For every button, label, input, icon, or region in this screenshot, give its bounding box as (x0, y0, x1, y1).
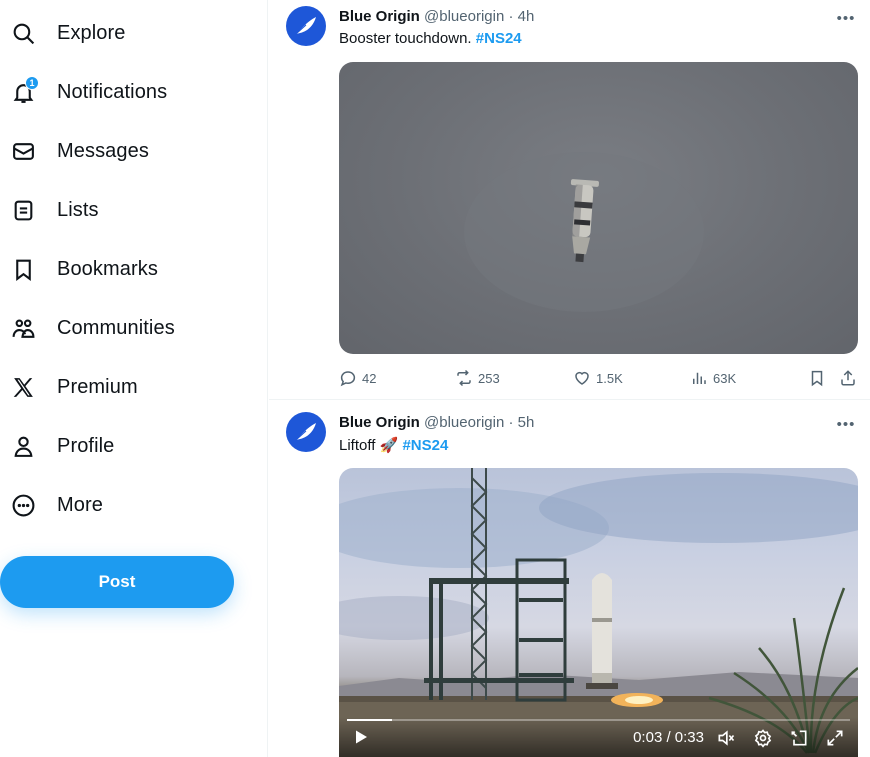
hashtag-link[interactable]: #NS24 (402, 437, 448, 454)
view-count: 63K (713, 370, 737, 386)
sidebar-item-label: Profile (57, 434, 115, 457)
tweet[interactable]: Blue Origin @blueorigin · 4h ••• Booster… (269, 0, 870, 400)
bookmark-icon (811, 370, 823, 387)
more-circle-icon (0, 482, 46, 528)
sidebar-item-label: Lists (57, 198, 99, 221)
speaker-muted-icon (718, 730, 735, 746)
sidebar-item-more[interactable]: More (0, 482, 103, 528)
tweet-body: Booster touchdown. (339, 30, 476, 47)
launch-scene-graphic (339, 468, 858, 757)
sidebar-nav: Explore 1 Notifications Messages Lists B… (0, 0, 268, 757)
heart-icon (575, 371, 589, 385)
rocket-emoji: 🚀 (379, 437, 399, 454)
sidebar-item-label: Communities (57, 316, 175, 339)
author-name[interactable]: Blue Origin (339, 8, 420, 25)
sidebar-item-communities[interactable]: Communities (0, 305, 175, 351)
bookmark-icon (0, 246, 46, 292)
timeline-feed: Blue Origin @blueorigin · 4h ••• Booster… (269, 0, 870, 757)
repost-count: 253 (478, 370, 500, 386)
author-name[interactable]: Blue Origin (339, 414, 420, 431)
avatar[interactable] (286, 6, 326, 46)
sidebar-item-profile[interactable]: Profile (0, 423, 114, 469)
person-icon (0, 423, 46, 469)
like-count: 1.5K (596, 370, 623, 386)
sidebar-item-label: Bookmarks (57, 257, 158, 280)
x-logo-icon (0, 364, 46, 410)
booster-landing-image[interactable] (339, 62, 858, 354)
communities-icon (0, 305, 46, 351)
author-handle[interactable]: @blueorigin (424, 414, 504, 431)
bell-icon: 1 (0, 69, 46, 115)
tweet-time[interactable]: · 4h (508, 8, 534, 25)
booster-rocket-graphic (464, 152, 704, 312)
video-controls: 0:03 / 0:33 (339, 717, 858, 757)
mute-button[interactable] (715, 727, 737, 749)
liftoff-video[interactable]: 0:03 / 0:33 (339, 468, 858, 757)
tweet-body: Liftoff (339, 437, 380, 454)
repost-icon (457, 369, 471, 387)
tweet-text: Liftoff 🚀 #NS24 (339, 436, 448, 454)
reply-count: 42 (362, 370, 377, 386)
video-progress-bar[interactable] (347, 719, 850, 721)
sidebar-item-premium[interactable]: Premium (0, 364, 138, 410)
video-progress-fill (347, 719, 393, 721)
share-button[interactable] (839, 366, 862, 390)
gear-icon (754, 729, 772, 748)
sidebar-item-label: Messages (57, 139, 149, 162)
video-time: 0:03 / 0:33 (633, 729, 704, 746)
reply-icon (340, 371, 356, 387)
tweet-text: Booster touchdown. #NS24 (339, 30, 522, 47)
sidebar-item-label: Notifications (57, 80, 168, 103)
settings-button[interactable] (752, 727, 774, 749)
more-options-icon[interactable]: ••• (836, 8, 856, 28)
bookmark-button[interactable] (808, 366, 831, 390)
play-icon (356, 730, 367, 744)
sidebar-item-bookmarks[interactable]: Bookmarks (0, 246, 158, 292)
play-button[interactable] (351, 727, 371, 747)
feather-logo-icon (295, 423, 316, 441)
sidebar-item-label: More (57, 493, 103, 516)
sidebar-item-notifications[interactable]: 1 Notifications (0, 69, 167, 115)
share-icon (841, 370, 855, 386)
tweet-time[interactable]: · 5h (508, 414, 534, 431)
author-handle[interactable]: @blueorigin (424, 8, 504, 25)
views-button[interactable]: 63K (690, 366, 736, 390)
expand-icon (827, 730, 843, 746)
notification-badge: 1 (25, 76, 39, 90)
picture-in-picture-button[interactable] (788, 727, 810, 749)
repost-button[interactable]: 253 (455, 366, 500, 390)
tweet-header: Blue Origin @blueorigin · 5h (339, 414, 534, 431)
avatar[interactable] (286, 412, 326, 452)
tweet-actions: 42 253 1.5K 63K (339, 366, 863, 390)
post-button[interactable]: Post (0, 556, 234, 608)
reply-button[interactable]: 42 (339, 366, 376, 390)
pip-icon (791, 730, 807, 746)
hashtag-link[interactable]: #NS24 (476, 30, 522, 47)
fullscreen-button[interactable] (824, 727, 846, 749)
sidebar-item-label: Explore (57, 21, 126, 44)
analytics-icon (693, 372, 706, 384)
envelope-icon (0, 128, 46, 174)
sidebar-item-explore[interactable]: Explore (0, 10, 126, 56)
sidebar-item-messages[interactable]: Messages (0, 128, 149, 174)
search-icon (0, 10, 46, 56)
tweet[interactable]: Blue Origin @blueorigin · 5h ••• Liftoff… (269, 401, 870, 757)
feather-logo-icon (295, 17, 316, 35)
list-icon (0, 187, 46, 233)
more-options-icon[interactable]: ••• (836, 414, 856, 434)
tweet-header: Blue Origin @blueorigin · 4h (339, 8, 534, 25)
sidebar-item-label: Premium (57, 375, 138, 398)
sidebar-item-lists[interactable]: Lists (0, 187, 99, 233)
like-button[interactable]: 1.5K (573, 366, 623, 390)
